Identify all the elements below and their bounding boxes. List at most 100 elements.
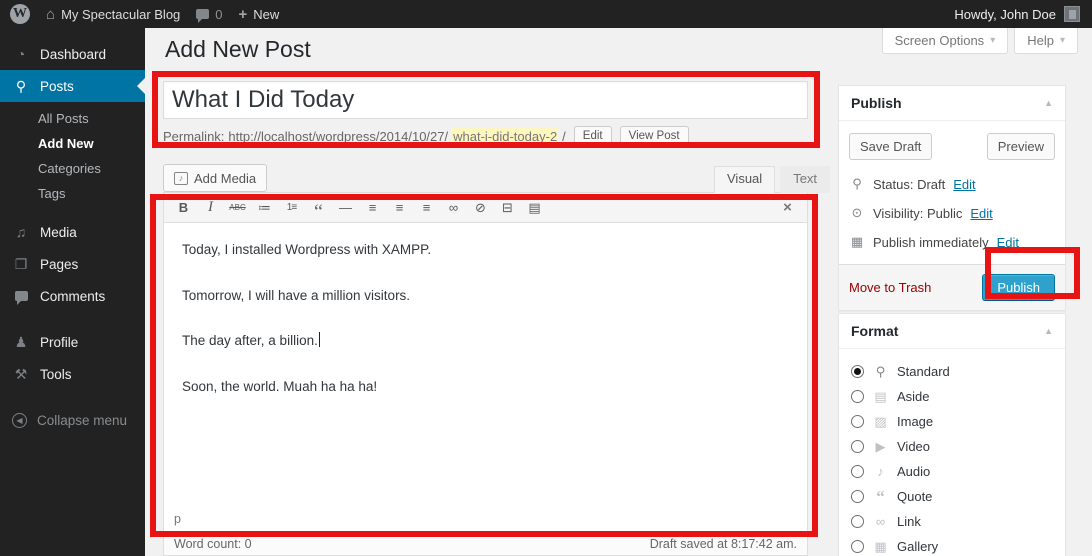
align-left-button[interactable]: ≡ xyxy=(359,196,386,220)
sidebar-item-tags[interactable]: Tags xyxy=(0,181,145,206)
radio-audio[interactable] xyxy=(851,465,864,478)
sidebar-item-tools[interactable]: ⚒ Tools xyxy=(0,358,145,390)
radio-quote[interactable] xyxy=(851,490,864,503)
help-button[interactable]: Help ▾ xyxy=(1014,28,1078,54)
more-tag-button[interactable]: ⊟ xyxy=(494,196,521,220)
bold-button[interactable]: B xyxy=(170,196,197,220)
sidebar-item-profile[interactable]: ♟ Profile xyxy=(0,326,145,358)
tab-visual[interactable]: Visual xyxy=(714,166,775,193)
new-label: New xyxy=(253,7,279,22)
tools-icon: ⚒ xyxy=(12,366,30,383)
sidebar-item-dashboard[interactable]: ◔ Dashboard xyxy=(0,38,145,70)
align-center-button[interactable]: ≡ xyxy=(386,196,413,220)
wordpress-logo-icon[interactable]: W xyxy=(10,4,30,24)
permalink-slug[interactable]: what-i-did-today-2 xyxy=(452,128,558,145)
edit-visibility-link[interactable]: Edit xyxy=(970,206,992,221)
format-option-audio[interactable]: ♪ Audio xyxy=(851,459,1053,484)
new-content-link[interactable]: + New xyxy=(239,6,280,23)
sidebar-separator xyxy=(0,390,145,404)
collapse-toggle-icon[interactable]: ▲ xyxy=(1044,98,1053,108)
visual-editor: B I ABC ≔ 1≡ “ ― ≡ ≡ ≡ ∞ ⊘ ⊟ ▤ × Today, … xyxy=(163,192,808,533)
fullscreen-button[interactable]: × xyxy=(774,196,801,220)
unlink-button[interactable]: ⊘ xyxy=(467,196,494,220)
preview-button[interactable]: Preview xyxy=(987,133,1055,160)
add-media-button[interactable]: ♪ Add Media xyxy=(163,164,267,192)
collapse-toggle-icon[interactable]: ▲ xyxy=(1044,326,1053,336)
format-metabox-header[interactable]: Format ▲ xyxy=(839,314,1065,349)
post-status-icon: ⚲ xyxy=(849,176,865,192)
format-option-link[interactable]: ∞ Link xyxy=(851,509,1053,534)
horizontal-rule-button[interactable]: ― xyxy=(332,196,359,220)
editor-paragraph: Tomorrow, I will have a million visitors… xyxy=(182,286,789,306)
schedule-text: Publish immediately xyxy=(873,235,989,250)
format-option-gallery[interactable]: ▦ Gallery xyxy=(851,534,1053,556)
italic-button[interactable]: I xyxy=(197,196,224,220)
site-name-link[interactable]: ⌂ My Spectacular Blog xyxy=(46,6,180,23)
format-option-video[interactable]: ▶ Video xyxy=(851,434,1053,459)
howdy-user-link[interactable]: Howdy, John Doe xyxy=(954,7,1056,22)
save-draft-button[interactable]: Save Draft xyxy=(849,133,932,160)
permalink-edit-button[interactable]: Edit xyxy=(574,126,612,146)
blockquote-button[interactable]: “ xyxy=(305,196,332,220)
sidebar-item-pages[interactable]: ❐ Pages xyxy=(0,248,145,280)
format-metabox: Format ▲ ⚲ Standard ▤ Aside ▨ Image ▶ xyxy=(838,313,1066,556)
edit-schedule-link[interactable]: Edit xyxy=(997,235,1019,250)
text-cursor xyxy=(319,332,320,347)
edit-status-link[interactable]: Edit xyxy=(953,177,975,192)
post-status-info-bar: Word count: 0 Draft saved at 8:17:42 am. xyxy=(163,533,808,556)
align-right-button[interactable]: ≡ xyxy=(413,196,440,220)
wordpress-add-new-post-page: W ⌂ My Spectacular Blog 0 + New Howdy, J… xyxy=(0,0,1092,556)
format-option-standard[interactable]: ⚲ Standard xyxy=(851,359,1053,384)
pushpin-icon: ⚲ xyxy=(12,78,30,95)
sidebar-item-categories[interactable]: Categories xyxy=(0,156,145,181)
sidebar-item-add-new[interactable]: Add New xyxy=(0,131,145,156)
sidebar-separator xyxy=(0,312,145,326)
eye-icon: ⊙ xyxy=(849,205,865,221)
radio-image[interactable] xyxy=(851,415,864,428)
radio-gallery[interactable] xyxy=(851,540,864,553)
publish-button[interactable]: Publish xyxy=(982,274,1055,301)
radio-link[interactable] xyxy=(851,515,864,528)
admin-bar-right: Howdy, John Doe xyxy=(954,6,1092,22)
strikethrough-button[interactable]: ABC xyxy=(224,196,251,220)
editor-content-area[interactable]: Today, I installed Wordpress with XAMPP.… xyxy=(164,223,807,396)
toolbar-toggle-button[interactable]: ▤ xyxy=(521,196,548,220)
publish-metabox-header[interactable]: Publish ▲ xyxy=(839,86,1065,121)
move-to-trash-link[interactable]: Move to Trash xyxy=(849,280,931,295)
radio-standard[interactable] xyxy=(851,365,864,378)
format-option-image[interactable]: ▨ Image xyxy=(851,409,1053,434)
sidebar-item-media[interactable]: ♫ Media xyxy=(0,216,145,248)
visibility-text: Visibility: Public xyxy=(873,206,962,221)
sidebar-item-posts[interactable]: ⚲ Posts xyxy=(0,70,145,102)
add-media-label: Add Media xyxy=(194,171,256,186)
audio-note-icon: ♪ xyxy=(872,464,889,479)
status-row: ⚲ Status: Draft Edit xyxy=(849,176,1055,192)
publish-metabox-body: Save Draft Preview ⚲ Status: Draft Edit … xyxy=(839,121,1065,264)
sidebar-item-collapse-menu[interactable]: ◀ Collapse menu xyxy=(0,404,145,436)
sidebar-item-comments[interactable]: Comments xyxy=(0,280,145,312)
screen-options-button[interactable]: Screen Options ▾ xyxy=(882,28,1009,54)
editor-element-path[interactable]: p xyxy=(164,512,807,532)
user-avatar[interactable] xyxy=(1064,6,1080,22)
comments-bubble-link[interactable]: 0 xyxy=(196,7,222,22)
post-title-input[interactable] xyxy=(163,81,808,119)
publish-metabox: Publish ▲ Save Draft Preview ⚲ Status: D… xyxy=(838,85,1066,311)
link-button[interactable]: ∞ xyxy=(440,196,467,220)
bulleted-list-button[interactable]: ≔ xyxy=(251,196,278,220)
admin-bar: W ⌂ My Spectacular Blog 0 + New Howdy, J… xyxy=(0,0,1092,28)
sidebar-item-label: Comments xyxy=(40,289,105,304)
sidebar-item-all-posts[interactable]: All Posts xyxy=(0,106,145,131)
numbered-list-button[interactable]: 1≡ xyxy=(278,196,305,220)
format-option-aside[interactable]: ▤ Aside xyxy=(851,384,1053,409)
gallery-icon: ▦ xyxy=(872,539,889,555)
image-icon: ▨ xyxy=(872,414,889,430)
view-post-button[interactable]: View Post xyxy=(620,126,689,146)
radio-aside[interactable] xyxy=(851,390,864,403)
dashboard-icon: ◔ xyxy=(12,46,30,62)
radio-video[interactable] xyxy=(851,440,864,453)
page-title: Add New Post xyxy=(165,36,311,63)
format-option-quote[interactable]: “ Quote xyxy=(851,484,1053,509)
site-name-label: My Spectacular Blog xyxy=(61,7,180,22)
editor-paragraph: Today, I installed Wordpress with XAMPP. xyxy=(182,240,789,260)
tab-text[interactable]: Text xyxy=(780,166,830,193)
